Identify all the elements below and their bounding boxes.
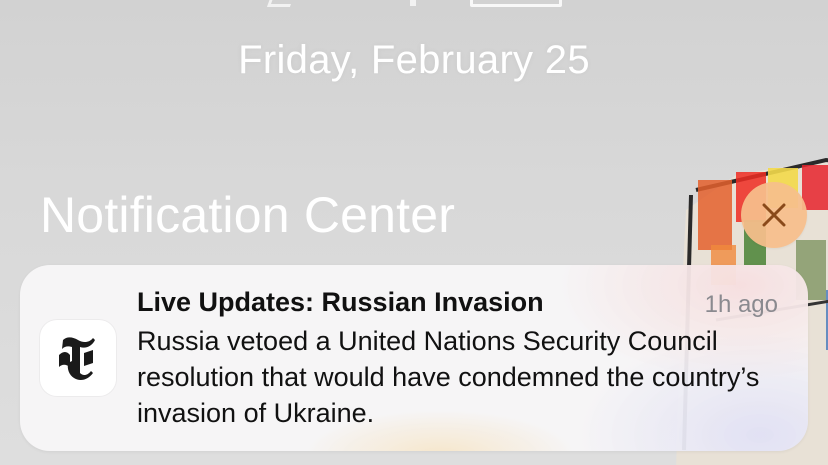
notification-body: Russia vetoed a United Nations Security …	[137, 326, 760, 428]
nyt-logo-icon	[59, 337, 95, 381]
notification-title: Live Updates: Russian Invasion	[137, 287, 544, 317]
clock-digit-fragment	[410, 0, 416, 6]
notification-timestamp: 1h ago	[704, 291, 778, 318]
clock-digit-fragment	[266, 0, 297, 7]
lock-screen-date: Friday, February 25	[238, 38, 590, 82]
notification-card[interactable]: Live Updates: Russian Invasion 1h ago Ru…	[20, 265, 808, 451]
notification-center-title: Notification Center	[40, 187, 456, 243]
app-icon	[40, 320, 116, 396]
close-icon	[762, 203, 786, 227]
clear-notifications-button[interactable]	[741, 182, 807, 248]
clock-digit-fragment	[470, 0, 562, 7]
